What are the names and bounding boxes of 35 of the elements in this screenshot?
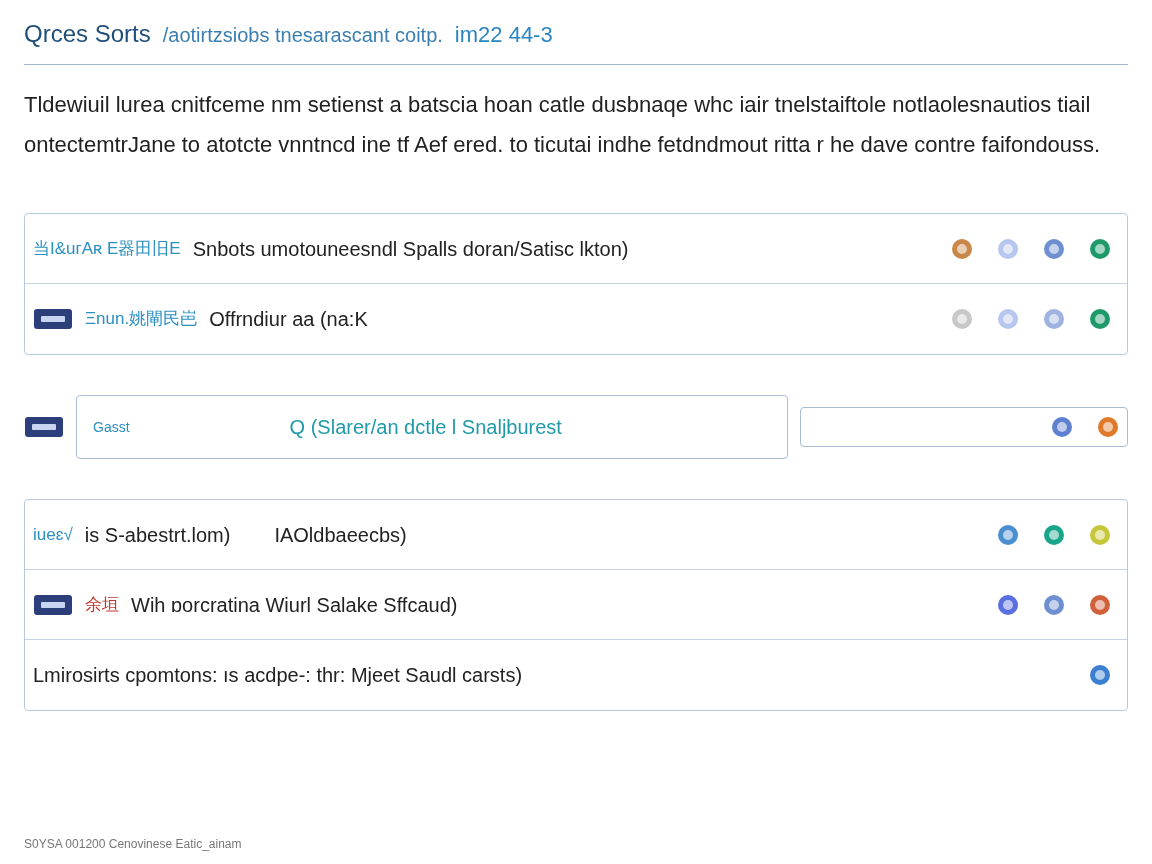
badge-icon xyxy=(24,416,64,438)
row-text: is S-abestrt.lom) xyxy=(84,522,231,548)
round-icon[interactable] xyxy=(1043,308,1065,330)
row-text: Offrndiur aa (na:K xyxy=(209,307,368,332)
round-icon[interactable] xyxy=(1043,593,1065,616)
field-value: Q (Slarer/an dctle l Snaljburest xyxy=(289,415,562,440)
round-icon[interactable] xyxy=(997,523,1019,546)
round-icon[interactable] xyxy=(997,593,1019,616)
round-icon[interactable] xyxy=(1043,237,1065,260)
row-text: Snbots umotouneesndl Spalls doran/Satisc lkton) xyxy=(192,236,629,262)
round-icon[interactable] xyxy=(1089,664,1111,686)
round-icon[interactable] xyxy=(1051,416,1073,438)
page-title: Qrces Sorts xyxy=(24,19,151,49)
row-tag: iueɛ√ xyxy=(33,521,73,548)
field-label: Gasst xyxy=(93,418,130,437)
row-text: Wih ɒorcratina Wiurl Salake Sffcaud) xyxy=(131,592,458,618)
round-icon[interactable] xyxy=(1089,523,1111,546)
row-extra: IAOldbaeecbs) xyxy=(274,522,407,548)
row-tag: Ξnun.姚閘民岜 xyxy=(85,306,198,332)
input-field[interactable]: Gasst Q (Slarer/an dctle l Snaljburest xyxy=(76,395,788,459)
row-tag: 当I&uᴦAʀ E器田旧E xyxy=(33,235,181,262)
round-icon[interactable] xyxy=(1089,237,1111,260)
intro-paragraph: Tldewiuil lurea cnitfceme nm setienst a batscia hoan catle dusbnaqe whc iair tnelstaiftole notlaolesnautios tiail ontectemtrJane to atotcte vnntncd ine tf Aef ered. to ticutai indhe fetdndmout ritta r he dave contre faifondouss. xyxy=(24,91,1102,159)
page-subtitle: /aotirtzsiobs tnesarascant coitp. xyxy=(162,23,443,48)
row-tag: 余垣 xyxy=(85,591,119,618)
round-icon[interactable] xyxy=(1089,593,1111,616)
round-icon[interactable] xyxy=(1097,416,1119,438)
badge-icon xyxy=(33,593,73,616)
page-code: im22 44-3 xyxy=(454,21,553,49)
round-icon[interactable] xyxy=(1043,523,1065,546)
footer-text: S0YSA 001200 Cenovinese Eatic_ainam xyxy=(24,836,243,852)
badge-icon xyxy=(33,308,73,330)
row-text: Lmirosirts cpomtons: ıs acdpe-: thr: Mjeet Saudl carsts) xyxy=(33,663,523,688)
round-icon[interactable] xyxy=(1089,308,1111,330)
round-icon[interactable] xyxy=(951,237,973,260)
